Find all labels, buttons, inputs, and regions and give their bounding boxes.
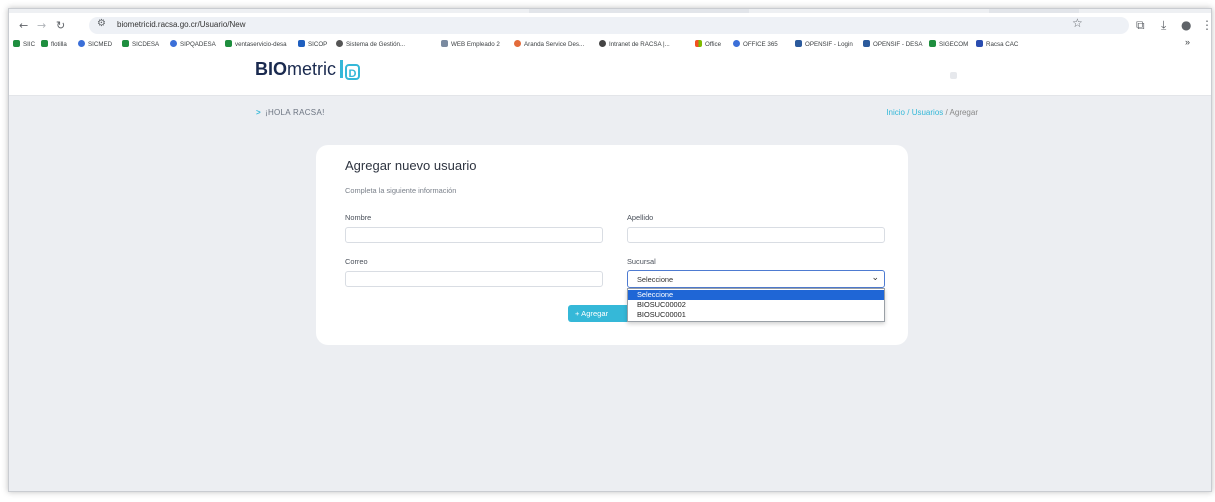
sucursal-option[interactable]: Seleccione (628, 290, 884, 300)
tab[interactable] (529, 9, 749, 13)
site-info-icon[interactable]: ⚙ (97, 18, 106, 29)
aranda-icon (514, 40, 521, 47)
nombre-label: Nombre (345, 213, 372, 222)
web-icon (441, 40, 448, 47)
globe-icon (599, 40, 606, 47)
sicop-icon (298, 40, 305, 47)
tab[interactable] (989, 9, 1079, 13)
app-header: BIOmetric D (9, 53, 1211, 95)
sucursal-selected-value: Seleccione (637, 275, 674, 284)
header-menu-icon[interactable] (950, 72, 957, 79)
sucursal-select[interactable]: Seleccione ⌄ (627, 270, 885, 288)
sucursal-dropdown-list: Seleccione BIOSUC00002 BIOSUC00001 (627, 288, 885, 322)
card-icon (863, 40, 870, 47)
breadcrumb-home-link[interactable]: Inicio (886, 108, 905, 117)
greeting: > ¡HOLA RACSA! (256, 108, 325, 117)
apellido-label: Apellido (627, 213, 654, 222)
correo-input[interactable] (345, 271, 603, 287)
drive-icon (225, 40, 232, 47)
drive-icon (41, 40, 48, 47)
toolbar: ← → ↻ ⚙ biometricid.racsa.go.cr/Usuario/… (9, 15, 1211, 37)
chevron-right-icon: > (256, 108, 261, 117)
bookmark-item[interactable]: OFFICE 365 (733, 40, 778, 48)
bookmarks-overflow-button[interactable]: » (1185, 37, 1190, 47)
bookmark-item[interactable]: SICMED (78, 40, 112, 48)
form-title: Agregar nuevo usuario (345, 158, 477, 173)
bookmark-item[interactable]: Sistema de Gestión... (336, 40, 405, 48)
forward-icon[interactable]: → (37, 19, 46, 32)
bookmark-item[interactable]: SIGECOM (929, 40, 968, 48)
bookmark-item[interactable]: flotilla (41, 40, 67, 48)
form-subtitle: Completa la siguiente información (345, 186, 457, 195)
download-icon[interactable]: ⤓ (1161, 18, 1166, 33)
bookmark-item[interactable]: OPENSIF - DESA (863, 40, 923, 48)
drive-icon (929, 40, 936, 47)
new-user-form-card: Agregar nuevo usuario Completa la siguie… (316, 145, 908, 345)
bookmark-item[interactable]: ventaservicio-desa (225, 40, 287, 48)
bookmark-item[interactable]: Intranet de RACSA |... (599, 40, 670, 48)
add-user-button[interactable]: + Agregar (568, 305, 630, 322)
bookmark-item[interactable]: SIPQADESA (170, 40, 216, 48)
bookmark-item[interactable]: OPENSIF - Login (795, 40, 853, 48)
chevron-down-icon: ⌄ (871, 273, 879, 283)
address-bar[interactable]: ⚙ biometricid.racsa.go.cr/Usuario/New (89, 17, 1129, 34)
bookmark-item[interactable]: SICDESA (122, 40, 159, 48)
bookmark-item[interactable]: Office (695, 40, 721, 48)
apellido-input[interactable] (627, 227, 885, 243)
app-icon (78, 40, 85, 47)
globe-icon (336, 40, 343, 47)
breadcrumb: Inicio / Usuarios / Agregar (886, 108, 978, 117)
reload-icon[interactable]: ↻ (56, 19, 65, 32)
page-subheader: > ¡HOLA RACSA! Inicio / Usuarios / Agrega… (9, 95, 1211, 133)
app-icon (170, 40, 177, 47)
office-icon (695, 40, 702, 47)
breadcrumb-current: Agregar (949, 108, 978, 117)
bookmark-item[interactable]: WEB Empleado 2 (441, 40, 500, 48)
biometric-logo[interactable]: BIOmetric D (255, 59, 361, 80)
bookmark-item[interactable]: Racsa CAC (976, 40, 1018, 48)
tab-strip (9, 9, 1211, 13)
drive-icon (122, 40, 129, 47)
url-text: biometricid.racsa.go.cr/Usuario/New (117, 20, 246, 29)
menu-icon[interactable]: ⋮ (1201, 18, 1211, 32)
bookmark-item[interactable]: SICOP (298, 40, 327, 48)
breadcrumb-users-link[interactable]: Usuarios (912, 108, 944, 117)
nombre-input[interactable] (345, 227, 603, 243)
app-icon (733, 40, 740, 47)
star-icon[interactable]: ☆ (1072, 16, 1083, 30)
sucursal-option[interactable]: BIOSUC00001 (628, 310, 884, 320)
bookmarks-bar: SIIC flotilla SICMED SICDESA SIPQADESA v… (9, 37, 1211, 53)
sucursal-option[interactable]: BIOSUC00002 (628, 300, 884, 310)
extensions-icon[interactable]: ⧉ (1136, 18, 1145, 33)
bookmark-item[interactable]: SIIC (13, 40, 35, 48)
profile-icon[interactable]: ● (1181, 18, 1191, 32)
card-icon (795, 40, 802, 47)
browser-window: ← → ↻ ⚙ biometricid.racsa.go.cr/Usuario/… (8, 8, 1212, 492)
a-icon (976, 40, 983, 47)
bookmark-item[interactable]: Aranda Service Des... (514, 40, 584, 48)
correo-label: Correo (345, 257, 368, 266)
sucursal-label: Sucursal (627, 257, 656, 266)
drive-icon (13, 40, 20, 47)
back-icon[interactable]: ← (19, 19, 28, 32)
main-content: Agregar nuevo usuario Completa la siguie… (9, 132, 1211, 491)
